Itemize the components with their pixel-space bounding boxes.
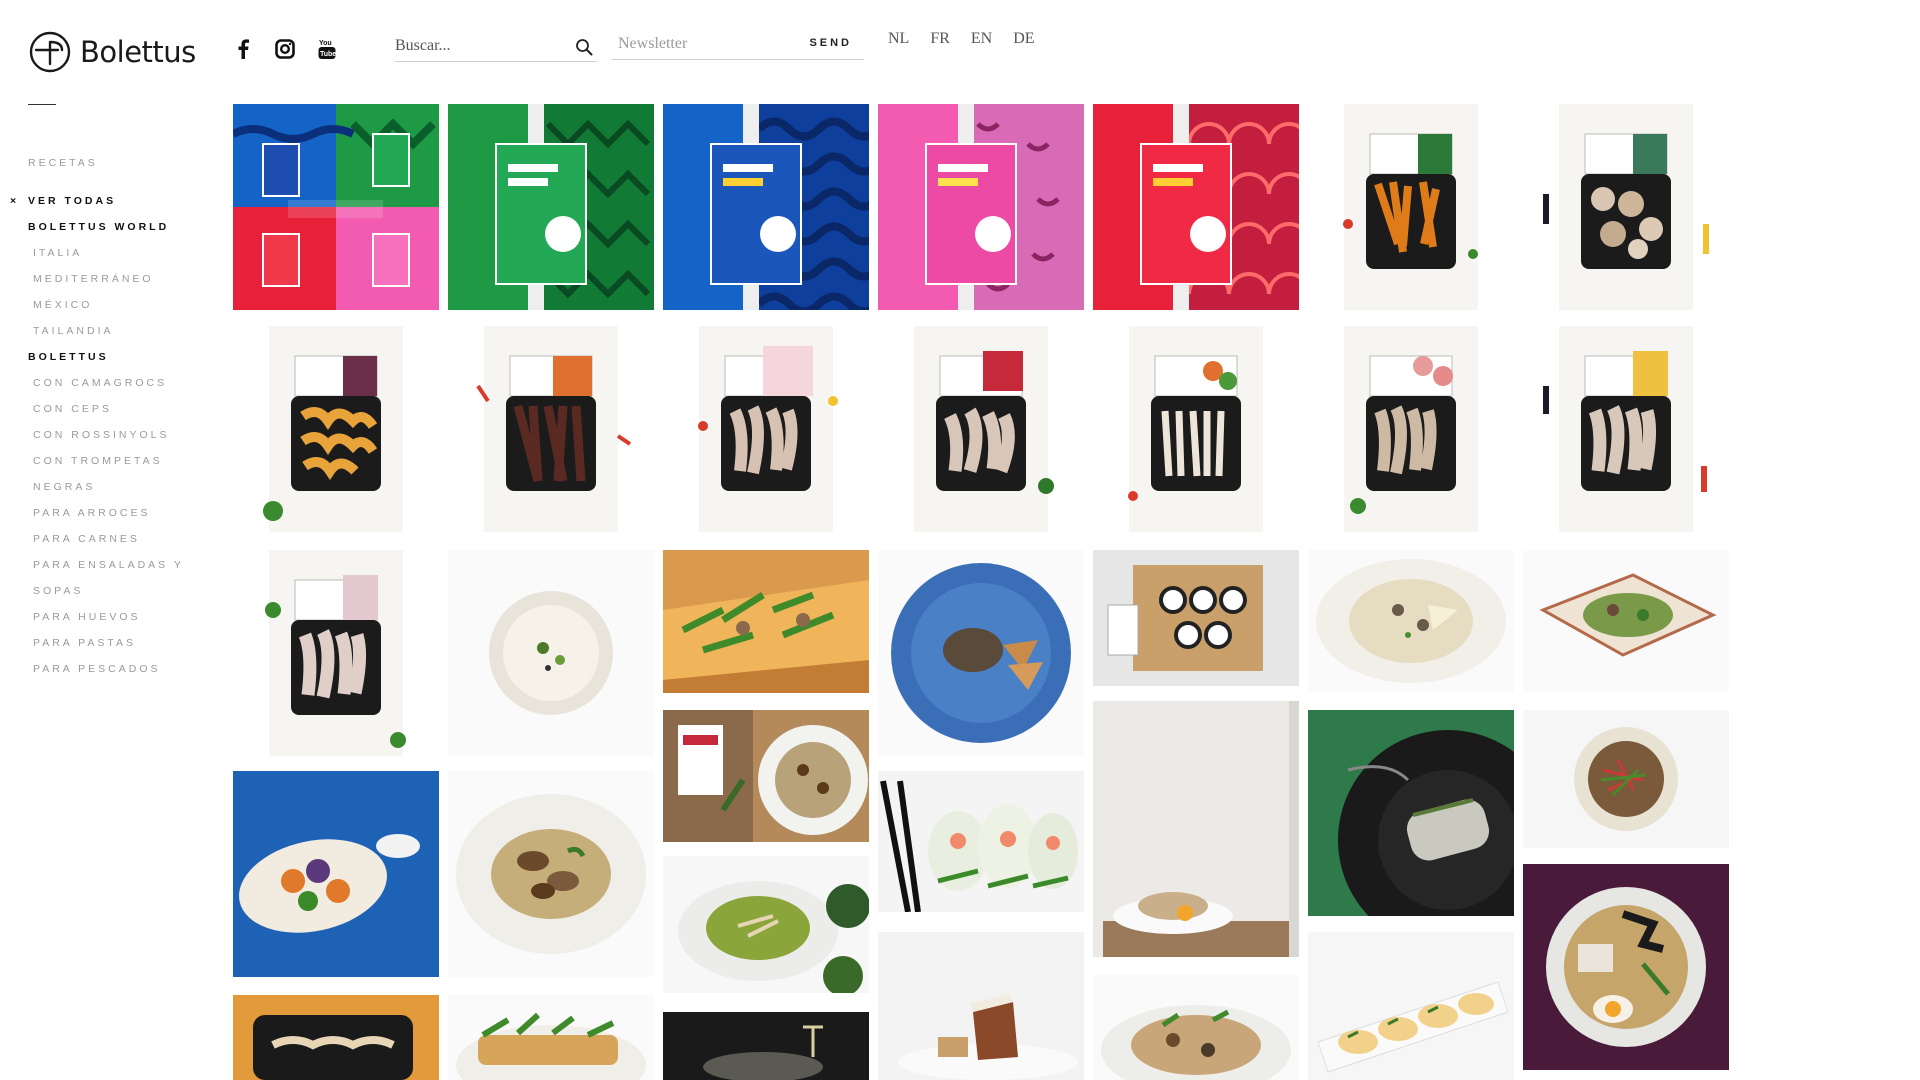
logo-mark-icon (29, 31, 71, 73)
sidebar: Bolettus RECETAS × VER TODAS BOLETTUS WOR… (0, 0, 230, 1080)
send-button[interactable]: SEND (809, 37, 852, 49)
image-tile-mexico-pack[interactable] (878, 104, 1084, 310)
image-tile-noodle-salad[interactable] (1523, 710, 1729, 848)
nav-para-ensaladas[interactable]: PARA ENSALADAS Y (28, 552, 184, 578)
nav-mediterraneo[interactable]: MEDITERRÁNEO (28, 266, 184, 292)
image-tile-ramen-purple[interactable] (1523, 864, 1729, 1070)
image-tile-risotto[interactable] (1308, 550, 1514, 692)
nav-ver-todas-label: VER TODAS (28, 195, 117, 207)
image-tile-novedad[interactable] (233, 104, 439, 310)
image-tile-trompetas-pack[interactable] (448, 326, 654, 532)
image-tile-deviled-eggs[interactable] (1308, 932, 1514, 1080)
nav-italia[interactable]: ITALIA (28, 240, 184, 266)
nav-para-pescados[interactable]: PARA PESCADOS (28, 656, 184, 682)
nav-con-trompetas[interactable]: CON TROMPETAS (28, 448, 184, 474)
image-tile-blue-plate-toast[interactable] (878, 550, 1084, 756)
image-tile-ceps-pack[interactable] (1523, 104, 1729, 310)
divider (28, 104, 56, 105)
image-tile-dark-dish[interactable] (233, 995, 439, 1080)
search-input[interactable] (395, 32, 565, 60)
image-tile-mediterraneo-pack[interactable] (663, 104, 869, 310)
lang-en[interactable]: EN (971, 30, 992, 48)
image-tile-salad-plate[interactable] (1523, 550, 1729, 692)
image-tile-pescados-pack[interactable] (233, 550, 439, 756)
image-tile-black-bowl-fish[interactable] (1308, 710, 1514, 916)
nav-con-camagrocs[interactable]: CON CAMAGROCS (28, 370, 184, 396)
image-tile-toast-egg[interactable] (1093, 701, 1299, 957)
image-tile-ensaladas-pack[interactable] (1093, 326, 1299, 532)
close-icon[interactable]: × (10, 188, 16, 214)
nav-negras[interactable]: NEGRAS (28, 474, 184, 500)
newsletter-box: SEND (612, 30, 864, 60)
nav-bolettus-world[interactable]: BOLETTUS WORLD (28, 214, 184, 240)
lang-fr[interactable]: FR (930, 30, 950, 48)
nav-recetas[interactable]: RECETAS (28, 150, 184, 176)
lang-nl[interactable]: NL (888, 30, 909, 48)
social-links: You Tube (232, 38, 338, 60)
image-tile-blue-background-dish[interactable] (233, 771, 439, 977)
image-tile-cake-slice[interactable] (878, 932, 1084, 1080)
nav-con-ceps[interactable]: CON CEPS (28, 396, 184, 422)
image-tile-spring-rolls[interactable] (878, 771, 1084, 912)
nav-ver-todas[interactable]: × VER TODAS (10, 188, 184, 214)
nav-bolettus[interactable]: BOLETTUS (28, 344, 184, 370)
image-tile-pizza-arugula[interactable] (663, 550, 869, 693)
image-tile-sushi-board[interactable] (1093, 550, 1299, 686)
image-tile-huevos-pack[interactable] (1308, 326, 1514, 532)
nav-sopas[interactable]: SOPAS (28, 578, 184, 604)
instagram-icon[interactable] (274, 38, 296, 60)
image-tile-cream-soup[interactable] (448, 550, 654, 756)
image-tile-green-soup[interactable] (663, 856, 869, 993)
brand-name: Bolettus (80, 35, 196, 69)
nav-mexico[interactable]: MÉXICO (28, 292, 184, 318)
nav-para-arroces[interactable]: PARA ARROCES (28, 500, 184, 526)
image-tile-salad-bowl[interactable] (1093, 975, 1299, 1080)
svg-text:Tube: Tube (320, 51, 336, 58)
nav-para-huevos[interactable]: PARA HUEVOS (28, 604, 184, 630)
search-icon[interactable] (575, 38, 593, 56)
image-tile-carnes-pack[interactable] (878, 326, 1084, 532)
image-tile-rossinyols-pack[interactable] (233, 326, 439, 532)
nav-con-rossinyols[interactable]: CON ROSSINYOLS (28, 422, 184, 448)
facebook-icon[interactable] (232, 38, 254, 60)
image-tile-italia-pack[interactable] (448, 104, 654, 310)
image-tile-pastas-pack[interactable] (1523, 326, 1729, 532)
category-nav: RECETAS × VER TODAS BOLETTUS WORLD ITALIA… (10, 150, 184, 682)
svg-text:You: You (319, 40, 332, 47)
image-tile-arugula-toast[interactable] (448, 995, 654, 1080)
image-tile-camagrocs-pack[interactable] (1308, 104, 1514, 310)
search-box (395, 32, 597, 62)
image-tile-arroces-pack[interactable] (663, 326, 869, 532)
image-tile-tailandia-pack[interactable] (1093, 104, 1299, 310)
image-tile-mushroom-risotto-board[interactable] (663, 710, 869, 842)
image-tile-pasta-mushrooms[interactable] (448, 771, 654, 977)
youtube-icon[interactable]: You Tube (316, 38, 338, 60)
brand-logo[interactable]: Bolettus (28, 30, 196, 74)
image-tile-dark-wine[interactable] (663, 1012, 869, 1080)
nav-tailandia[interactable]: TAILANDIA (28, 318, 184, 344)
language-switcher: NL FR EN DE (888, 30, 1035, 48)
nav-para-carnes[interactable]: PARA CARNES (28, 526, 184, 552)
lang-de[interactable]: DE (1013, 30, 1034, 48)
newsletter-input[interactable] (612, 30, 792, 58)
nav-para-pastas[interactable]: PARA PASTAS (28, 630, 184, 656)
